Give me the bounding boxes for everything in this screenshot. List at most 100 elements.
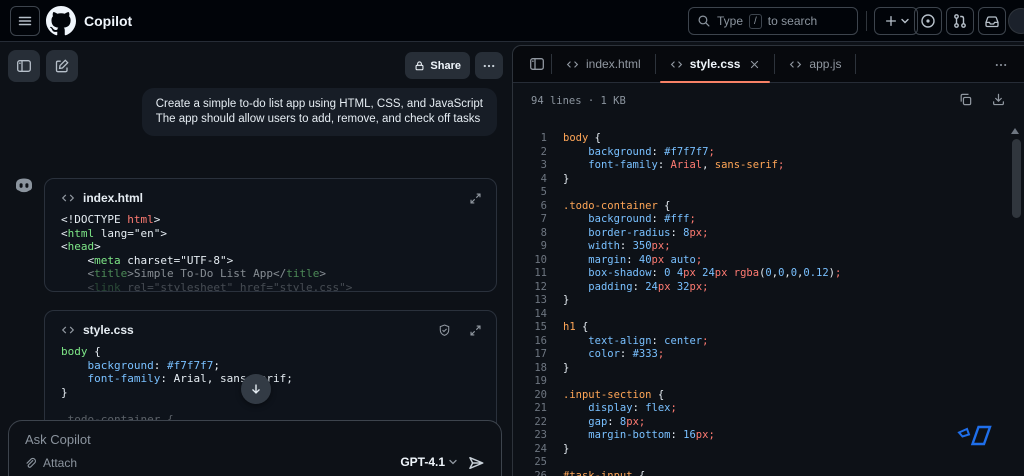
global-header: Copilot Type / to search — [0, 0, 1024, 42]
code-line: 15 h1 { — [513, 321, 1024, 335]
code-line: <html lang="en"> — [61, 226, 167, 240]
editor-scrollbar-thumb[interactable] — [1012, 139, 1021, 218]
code-line: 8 border-radius: 8px; — [513, 227, 1024, 241]
code-line: <title>Simple To-Do List App</title> — [61, 267, 326, 280]
kebab-horizontal-icon — [482, 59, 496, 73]
line-number: 14 — [534, 307, 547, 320]
editor-code-area[interactable]: 1 body {2 background: #f7f7f7; 3 font-fami… — [513, 117, 1024, 476]
code-line: 26 #task-input { — [513, 470, 1024, 476]
slash-key-hint: / — [749, 13, 762, 29]
code-line: 19 — [513, 375, 1024, 389]
user-avatar[interactable] — [1008, 8, 1024, 34]
tab-divider — [855, 54, 857, 74]
copy-button[interactable] — [958, 92, 973, 107]
code-icon — [789, 58, 802, 71]
chevron-down-icon — [449, 459, 457, 465]
code-line: 16 text-align: center; — [513, 335, 1024, 349]
attach-button[interactable]: Attach — [23, 456, 77, 470]
scrollbar-up-arrow[interactable] — [1011, 128, 1019, 134]
code-line: 4} — [513, 173, 1024, 187]
chat-card-index-html: index.html <!DOCTYPE html> <html lang="en… — [44, 178, 497, 292]
tab-label: style.css — [689, 57, 741, 71]
line-number: 21 — [534, 402, 547, 414]
code-line: 2 background: #f7f7f7; — [513, 146, 1024, 160]
line-number: 18 — [534, 361, 547, 374]
line-number: 24 — [534, 442, 547, 455]
paperclip-icon — [23, 456, 37, 470]
tab-close-icon[interactable] — [749, 59, 760, 70]
code-line: 7 background: #fff; — [513, 213, 1024, 227]
hamburger-icon — [17, 13, 33, 29]
code-icon — [61, 323, 75, 337]
line-number: 8 — [540, 226, 547, 239]
inbox-icon — [984, 13, 1000, 29]
arrow-down-icon — [249, 382, 263, 396]
download-button[interactable] — [991, 92, 1006, 107]
editor-tab-index-html[interactable]: index.html — [552, 46, 655, 83]
code-line: 21 display: flex; — [513, 402, 1024, 416]
new-chat-button[interactable] — [46, 50, 78, 82]
lock-icon — [414, 60, 425, 72]
github-logo-icon[interactable] — [46, 6, 76, 36]
line-number: 17 — [534, 348, 547, 360]
code-line: <head> — [61, 240, 101, 253]
line-number: 7 — [540, 213, 547, 225]
sidebar-panel-icon — [16, 58, 32, 74]
code-line: 25 — [513, 456, 1024, 470]
shield-check-icon[interactable] — [438, 323, 451, 337]
hamburger-menu-button[interactable] — [10, 6, 40, 36]
model-selector[interactable]: GPT-4.1 — [400, 455, 457, 469]
expand-icon[interactable] — [469, 192, 482, 205]
code-line: 24} — [513, 443, 1024, 457]
header-divider — [866, 11, 867, 31]
code-line: 23 margin-bottom: 16px; — [513, 429, 1024, 443]
code-line: 11 box-shadow: 0 4px 24px rgba(0,0,0,0.1… — [513, 267, 1024, 281]
send-button[interactable] — [467, 454, 487, 474]
line-number: 25 — [534, 456, 547, 468]
code-icon — [670, 58, 683, 71]
search-placeholder-post: to search — [767, 14, 818, 28]
chevron-down-icon — [900, 18, 909, 24]
editor-tab-style-css[interactable]: style.css — [656, 46, 775, 83]
code-line: font-family: Arial, sans-serif; — [87, 372, 293, 385]
user-message-line: Create a simple to-do list app using HTM… — [155, 98, 483, 110]
editor-code-lines: 1 body {2 background: #f7f7f7; 3 font-fami… — [513, 132, 1024, 476]
pull-requests-button[interactable] — [946, 7, 974, 35]
share-button[interactable]: Share — [405, 52, 470, 79]
editor-tab-app-js[interactable]: app.js — [775, 46, 855, 83]
editor-more-button[interactable] — [992, 56, 1010, 74]
global-search-input[interactable]: Type / to search — [688, 7, 858, 35]
file-meta: 94 lines · 1 KB — [531, 94, 626, 107]
code-line: 14 — [513, 308, 1024, 322]
scroll-to-bottom-button[interactable] — [241, 374, 271, 404]
line-number: 11 — [534, 267, 547, 279]
code-line: 20 .input-section { — [513, 389, 1024, 403]
editor-sidebar-toggle-button[interactable] — [523, 50, 551, 78]
line-number: 16 — [534, 334, 547, 347]
chat-sidebar-toggle-button[interactable] — [8, 50, 40, 82]
code-line: <!DOCTYPE html> — [61, 213, 161, 226]
editor-tab-bar: index.html style.css app.js — [513, 46, 1024, 83]
line-number: 2 — [540, 145, 547, 158]
code-line: <meta charset="UTF-8"> — [61, 253, 234, 267]
create-new-button[interactable] — [874, 7, 918, 35]
line-number: 22 — [534, 415, 547, 428]
issues-button[interactable] — [914, 7, 942, 35]
expand-icon[interactable] — [469, 324, 482, 337]
editor-panel: index.html style.css app.js 94 lines · 1 K… — [512, 45, 1024, 476]
tab-label: index.html — [586, 57, 641, 71]
line-number: 12 — [534, 280, 547, 293]
chat-options-button[interactable] — [475, 52, 503, 79]
tab-label: app.js — [809, 57, 842, 71]
issue-opened-icon — [920, 13, 936, 29]
code-icon — [61, 191, 75, 205]
chat-input[interactable]: Ask Copilot Attach GPT-4.1 — [8, 420, 502, 476]
copilot-workspace: Copilot Type / to search Share Create a … — [0, 0, 1024, 476]
inbox-button[interactable] — [978, 7, 1006, 35]
user-message-line: The app should allow users to add, remov… — [155, 113, 481, 125]
search-icon — [697, 14, 711, 28]
line-number: 10 — [534, 253, 547, 266]
app-title: Copilot — [84, 13, 133, 29]
line-number: 19 — [534, 375, 547, 387]
